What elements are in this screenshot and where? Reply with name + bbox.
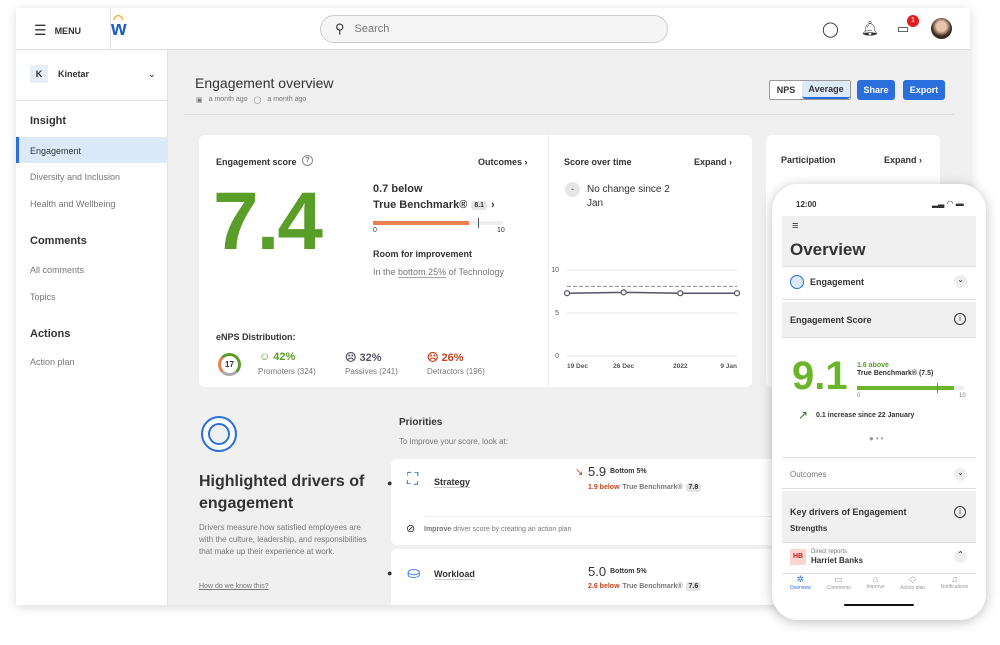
sad-face-icon: ☹ — [427, 352, 439, 364]
top-bar: ☰ MENU w ◠ ⚲ Search ◯ 🔔︎ ▭ 1 — [16, 8, 970, 50]
help-icon[interactable]: ? — [302, 155, 313, 166]
info-icon[interactable]: i — [954, 313, 966, 325]
sidebar-item-health[interactable]: Health and Wellbeing — [30, 199, 115, 209]
section-comments: Comments — [30, 235, 87, 247]
y-tick-label: 0 — [555, 353, 559, 360]
workload-icon: ⛀ — [407, 565, 421, 582]
x-tick-label: 2022 — [673, 363, 688, 370]
carousel-dots[interactable]: ●•• — [869, 434, 885, 443]
sidebar: K Kinetar ⌄ Insight Engagement Diversity… — [16, 50, 168, 605]
nav-notifications[interactable]: ♫ Notifications — [941, 574, 968, 591]
section-actions: Actions — [30, 328, 71, 340]
export-button[interactable]: Export — [903, 80, 945, 100]
avatar[interactable] — [931, 18, 952, 39]
x-tick-label: 19 Dec — [567, 363, 588, 370]
notification-badge: 1 — [907, 15, 919, 27]
engagement-icon — [790, 275, 804, 289]
home-indicator — [844, 604, 914, 606]
signal-battery-icon: ▂▃ ◠ ▬ — [932, 199, 964, 208]
share-button[interactable]: Share — [857, 80, 895, 100]
outcomes-dropdown[interactable]: Outcomes ⌄ — [782, 457, 976, 489]
sidebar-item-topics[interactable]: Topics — [30, 292, 56, 302]
nav-overview[interactable]: ✲ Overview — [790, 574, 811, 591]
search-input[interactable]: ⚲ Search — [320, 15, 668, 43]
menu-button[interactable]: ☰ MENU — [34, 22, 81, 39]
x-tick-label: 26 Dec — [613, 363, 634, 370]
bottom-nav: ✲ Overview ▭ Comments ⌂ Improve ◇ Action pla… — [782, 574, 976, 591]
engagement-score-card: Engagement score ? Outcomes › 7.4 0.7 be… — [199, 135, 752, 387]
nav-comments[interactable]: ▭ Comments — [827, 574, 851, 591]
nav-action-plan[interactable]: ◇ Action plan — [900, 574, 925, 591]
chevron-up-icon: ⌃ — [954, 550, 967, 563]
section-insight: Insight — [30, 115, 67, 127]
y-tick-label: 10 — [551, 267, 559, 274]
enps-donut: 17 — [218, 353, 241, 376]
data-point — [620, 289, 627, 296]
phone-mockup: 12:00 ▂▃ ◠ ▬ ≡ Overview Engagement ⌄ Eng… — [772, 184, 986, 620]
view-toggle: NPS Average — [769, 80, 851, 100]
page-title: Engagement overview — [195, 75, 334, 91]
search-icon: ⚲ — [335, 21, 345, 36]
refresh-icon: ● — [387, 478, 393, 488]
data-point — [563, 290, 571, 297]
arrow-down-icon: ↘ — [575, 467, 584, 478]
calendar-icon: ▣ — [196, 97, 203, 104]
hamburger-icon: ☰ — [34, 22, 47, 38]
nav-improve[interactable]: ⌂ Improve — [866, 574, 884, 591]
sidebar-item-action-plan[interactable]: Action plan — [30, 357, 75, 367]
toggle-nps[interactable]: NPS — [770, 81, 802, 99]
y-tick-label: 5 — [555, 310, 559, 317]
arrow-up-icon: ↗ — [798, 408, 809, 422]
sidebar-item-diversity[interactable]: Diversity and Inclusion — [30, 172, 120, 182]
chevron-down-icon: ⌄ — [954, 468, 967, 481]
chat-icon[interactable]: ◯ — [822, 20, 839, 38]
score-line-chart: 0 5 10 19 Dec 26 Dec 2022 9 Jan — [551, 267, 741, 370]
comment-icon: ◯ — [253, 97, 262, 104]
series-line — [566, 291, 737, 294]
neutral-face-icon: ☹ — [345, 352, 357, 364]
sidebar-item-engagement[interactable]: Engagement — [16, 137, 168, 163]
info-icon[interactable]: i — [954, 506, 966, 518]
data-point — [677, 290, 684, 297]
bell-icon[interactable]: 🔔︎ — [861, 20, 879, 37]
priority-workload[interactable]: ⛀ Workload 5.0 Bottom 5% 2.6 below True B… — [391, 549, 791, 605]
sidebar-item-all-comments[interactable]: All comments — [30, 265, 84, 275]
score-bar — [373, 218, 503, 228]
toggle-average[interactable]: Average — [802, 81, 850, 99]
check-circle-icon: ⊘ — [406, 523, 416, 535]
outcomes-link[interactable]: Outcomes › — [478, 157, 528, 167]
phone-score-bar — [857, 383, 964, 393]
menu-icon[interactable]: ≡ — [792, 220, 798, 232]
how-link[interactable]: How do we know this? — [199, 583, 269, 590]
presentation-icon: ⛶ — [407, 471, 419, 488]
x-tick-label: 9 Jan — [720, 363, 737, 370]
target-icon — [201, 416, 237, 452]
org-selector[interactable]: K Kinetar ⌄ — [30, 65, 156, 83]
workday-logo: w ◠ — [111, 12, 127, 40]
priority-strategy[interactable]: ⛶ Strategy ↘ 5.9 Bottom 5% 1.9 below True… — [391, 459, 791, 545]
engagement-dropdown[interactable]: Engagement ⌄ — [782, 266, 976, 300]
expand-link[interactable]: Expand › — [694, 157, 732, 167]
happy-face-icon: ☺ — [259, 351, 271, 363]
score-value: 7.4 — [213, 176, 323, 267]
chevron-down-icon: ⌄ — [954, 275, 967, 288]
refresh-icon: ● — [387, 568, 393, 578]
data-point — [733, 290, 741, 297]
participation-expand[interactable]: Expand › — [884, 155, 922, 165]
report-row[interactable]: HB Direct reports Harriet Banks ⌃ — [782, 546, 976, 574]
avatar: HB — [790, 549, 806, 565]
timestamps: ▣ a month ago ◯ a month ago — [196, 96, 307, 104]
benchmark-link[interactable]: True Benchmark® 8.1 › — [373, 199, 495, 211]
chevron-down-icon: ⌄ — [147, 68, 156, 80]
